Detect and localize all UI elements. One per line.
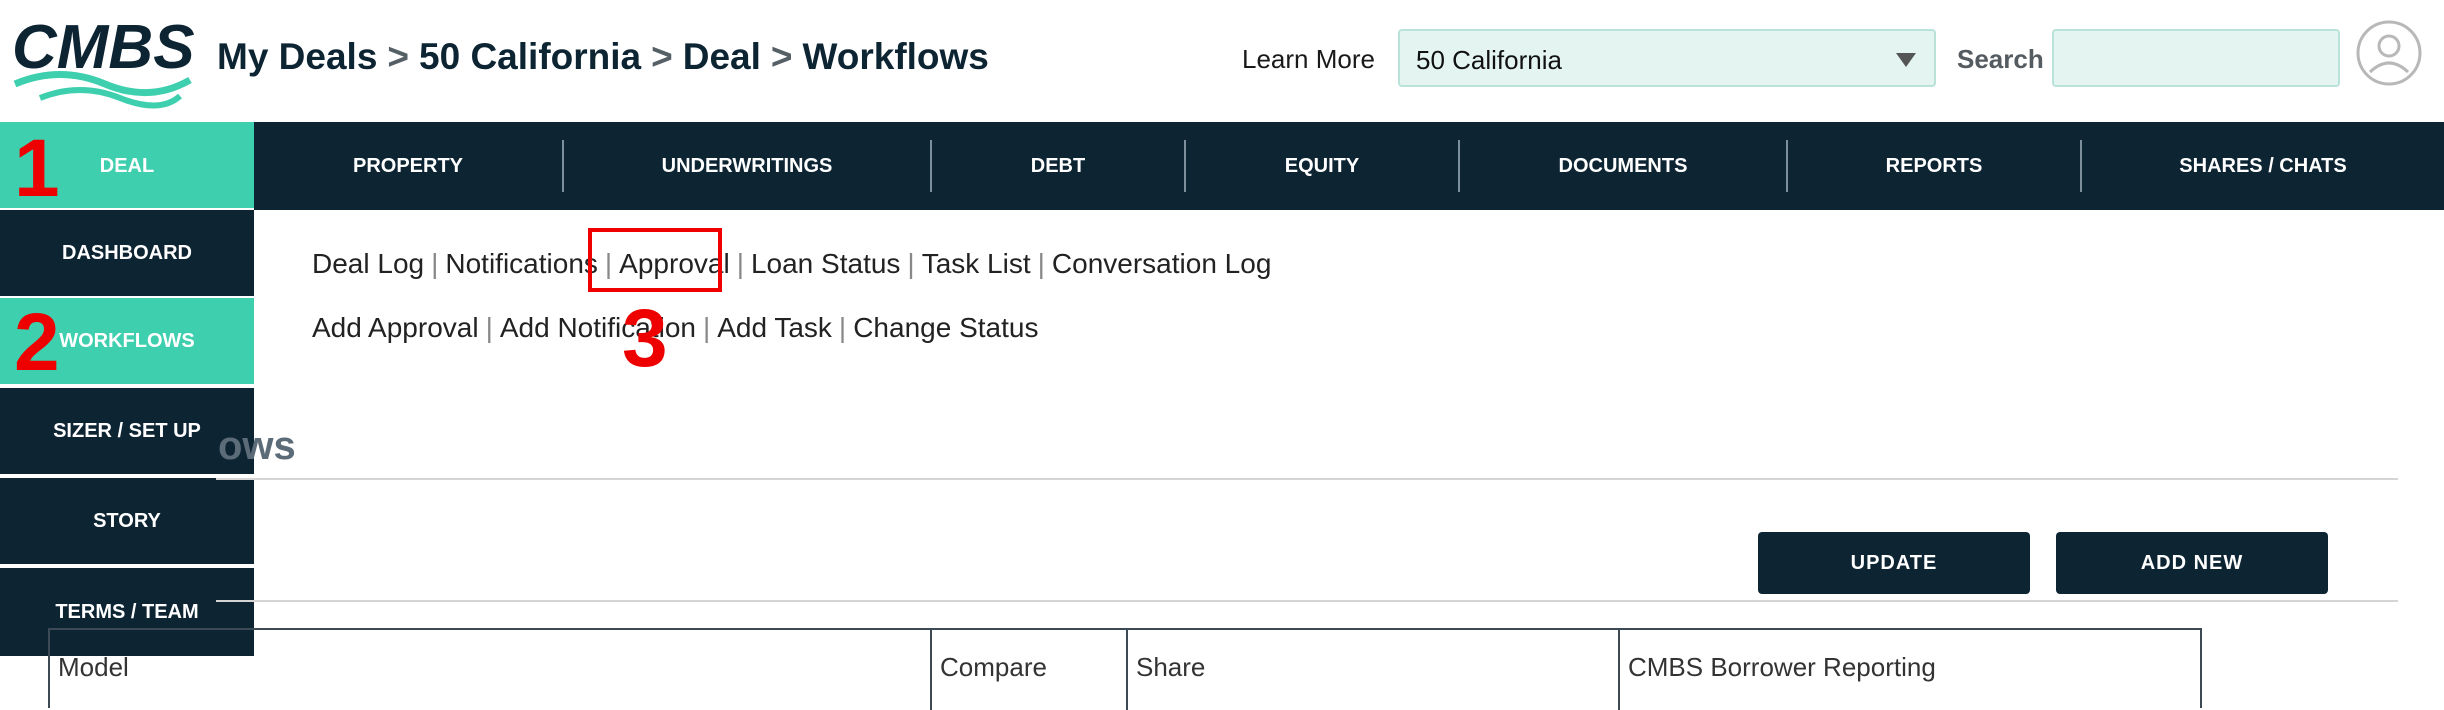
link-separator: | (485, 312, 493, 343)
user-avatar-icon[interactable] (2356, 20, 2422, 86)
breadcrumb-workflows: Workflows (802, 36, 989, 77)
table-header-compare: Compare (930, 630, 1126, 710)
sidebar-item-sizer-setup[interactable]: SIZER / SET UP (0, 386, 254, 474)
workflow-table: Model Compare Share CMBS Borrower Report… (48, 628, 2202, 710)
breadcrumb-my-deals[interactable]: My Deals (217, 36, 377, 77)
table-header-model: Model (58, 652, 129, 682)
chevron-down-icon (1896, 53, 1916, 67)
workflow-links-row: Deal Log | Notifications | Approval | Loan Sta… (312, 248, 1271, 280)
link-add-task[interactable]: Add Task (717, 312, 832, 343)
update-button[interactable]: UPDATE (1758, 532, 2030, 594)
link-conversation-log[interactable]: Conversation Log (1052, 248, 1271, 279)
add-new-button[interactable]: ADD NEW (2056, 532, 2328, 594)
breadcrumb-separator: > (651, 36, 673, 77)
sidebar-item-story[interactable]: STORY (0, 476, 254, 564)
table-header-share: Share (1126, 630, 1618, 710)
nav-tab-underwritings[interactable]: UNDERWRITINGS (564, 122, 930, 210)
divider (216, 600, 2398, 602)
search-input[interactable] (2052, 29, 2340, 87)
search-label: Search (1957, 44, 2044, 74)
nav-tab-shares-chats[interactable]: SHARES / CHATS (2082, 122, 2444, 210)
link-deal-log[interactable]: Deal Log (312, 248, 424, 279)
breadcrumb-separator: > (387, 36, 410, 77)
breadcrumb: My Deals >50 California > Deal > Workflows (217, 36, 989, 78)
divider (216, 478, 2398, 480)
link-change-status[interactable]: Change Status (853, 312, 1038, 343)
link-separator: | (736, 248, 744, 279)
link-loan-status[interactable]: Loan Status (751, 248, 900, 279)
section-title: ows (218, 424, 296, 468)
nav-tab-documents[interactable]: DOCUMENTS (1460, 122, 1786, 210)
link-separator: | (907, 248, 915, 279)
breadcrumb-deal-name[interactable]: 50 California (419, 36, 641, 77)
sidebar-item-dashboard[interactable]: DASHBOARD (0, 208, 254, 296)
deal-select-value: 50 California (1416, 45, 1562, 75)
annotation-marker-3: 3 (622, 293, 668, 384)
annotation-marker-1: 1 (14, 123, 60, 214)
link-separator: | (702, 312, 711, 343)
top-nav: DEAL PROPERTY UNDERWRITINGS DEBT EQUITY … (0, 122, 2444, 210)
link-separator: | (1037, 248, 1045, 279)
nav-tab-debt[interactable]: DEBT (932, 122, 1184, 210)
learn-more-link[interactable]: Learn More (1242, 44, 1375, 75)
link-task-list[interactable]: Task List (922, 248, 1031, 279)
annotation-marker-2: 2 (14, 297, 60, 388)
link-add-approval[interactable]: Add Approval (312, 312, 479, 343)
link-separator: | (431, 248, 439, 279)
nav-tab-equity[interactable]: EQUITY (1186, 122, 1458, 210)
breadcrumb-separator: > (770, 36, 793, 77)
link-notifications[interactable]: Notifications (445, 248, 598, 279)
logo-text: CMBS (12, 13, 195, 82)
workflow-actions-row: Add Approval | Add Notification | Add Task | C… (312, 312, 1038, 344)
breadcrumb-deal[interactable]: Deal (683, 36, 761, 77)
table-header-cmbs-borrower-reporting: CMBS Borrower Reporting (1618, 630, 2200, 710)
cmbs-logo[interactable]: CMBS (10, 10, 195, 110)
link-separator: | (838, 312, 847, 343)
annotation-highlight-box (588, 228, 722, 292)
nav-tab-reports[interactable]: REPORTS (1788, 122, 2080, 210)
deal-select-dropdown[interactable]: 50 California (1398, 29, 1936, 87)
nav-tab-property[interactable]: PROPERTY (254, 122, 562, 210)
